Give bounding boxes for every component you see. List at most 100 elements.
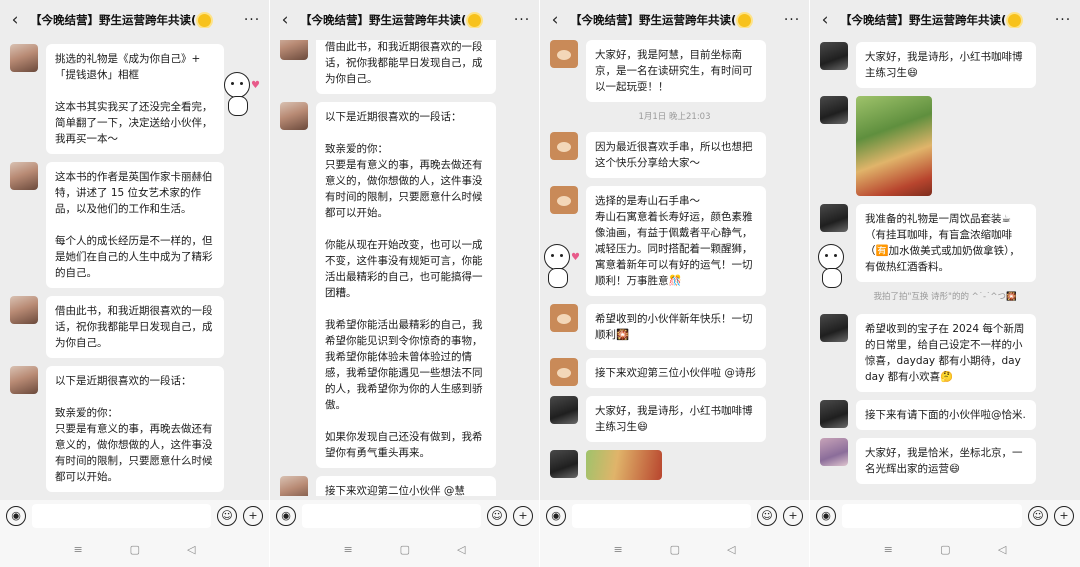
avatar[interactable] <box>820 314 848 342</box>
emoji-icon[interactable]: ☺ <box>757 506 777 526</box>
more-menu-button[interactable]: ··· <box>235 12 269 28</box>
message-bubble[interactable]: 大家好，我是恰米，坐标北京，一名光辉出家的运营😄 <box>856 438 1036 484</box>
plus-icon[interactable]: + <box>513 506 533 526</box>
message-bubble[interactable]: 希望收到的宝子在 2024 每个新周的日常里，给自己设定不一样的小惊喜，dayd… <box>856 314 1036 392</box>
top-bar: ‹ 【今晚结营】野生运营跨年共读( ··· <box>0 0 269 40</box>
chat-title[interactable]: 【今晚结营】野生运营跨年共读( <box>30 12 235 28</box>
avatar[interactable] <box>820 96 848 124</box>
avatar[interactable] <box>550 396 578 424</box>
chat-panel-3: ‹ 【今晚结营】野生运营跨年共读( ··· 大家好，我是阿慧，目前坐标南京，是一… <box>540 0 810 567</box>
emoji-icon[interactable]: ☺ <box>487 506 507 526</box>
voice-icon[interactable]: ◉ <box>546 506 566 526</box>
plus-icon[interactable]: + <box>1054 506 1074 526</box>
home-icon[interactable]: ▢ <box>940 543 950 556</box>
message: 大家好，我是诗彤，小红书咖啡博主练习生😄 <box>540 396 809 442</box>
avatar[interactable] <box>280 476 308 496</box>
message-bubble[interactable]: 大家好，我是阿慧，目前坐标南京，是一名在读研究生，有时间可以一起玩耍！！ <box>586 40 766 102</box>
message: 接下来欢迎第二位小伙伴 @慧 <box>270 476 539 496</box>
photo-message[interactable] <box>856 96 932 196</box>
avatar[interactable] <box>10 162 38 190</box>
chat-title[interactable]: 【今晚结营】野生运营跨年共读( <box>300 12 505 28</box>
back-button[interactable]: ‹ <box>540 10 570 30</box>
avatar[interactable] <box>280 102 308 130</box>
message-bubble[interactable]: 以下是近期很喜欢的一段话： 致亲爱的你： 只要是有意义的事，再晚去做还有意义的，… <box>46 366 224 492</box>
more-menu-button[interactable]: ··· <box>1046 12 1080 28</box>
plus-icon[interactable]: + <box>783 506 803 526</box>
avatar[interactable] <box>550 304 578 332</box>
message-bubble[interactable]: 接下来欢迎第三位小伙伴啦 @诗彤 <box>586 358 766 388</box>
message-bubble[interactable]: 我准备的礼物是一周饮品套装☕ （有挂耳咖啡，有盲盒浓缩咖啡（🈶加水做美式或加奶做… <box>856 204 1036 282</box>
photo-message[interactable] <box>586 450 662 480</box>
message-bubble[interactable]: 希望收到的小伙伴新年快乐！一切顺利🎇 <box>586 304 766 350</box>
back-icon[interactable]: ◁ <box>727 543 735 556</box>
sticker-head-icon <box>224 72 250 98</box>
more-menu-button[interactable]: ··· <box>505 12 539 28</box>
avatar[interactable] <box>820 400 848 428</box>
back-button[interactable]: ‹ <box>270 10 300 30</box>
message: 接下来有请下面的小伙伴啦@恰米. <box>810 400 1080 430</box>
avatar[interactable] <box>820 438 848 466</box>
message: 大家好，我是恰米，坐标北京，一名光辉出家的运营😄 <box>810 438 1080 484</box>
message-bubble[interactable]: 挑选的礼物是《成为你自己》+「提钱退休」相框 这本书其实我买了还没完全看完，简单… <box>46 44 224 154</box>
chat-panel-4: ‹ 【今晚结营】野生运营跨年共读( ··· 大家好，我是诗彤，小红书咖啡博主练习… <box>810 0 1080 567</box>
home-icon[interactable]: ▢ <box>670 543 680 556</box>
timestamp: 1月1日 晚上21:03 <box>638 112 711 122</box>
voice-icon[interactable]: ◉ <box>276 506 296 526</box>
avatar[interactable] <box>820 204 848 232</box>
chat-title[interactable]: 【今晚结营】野生运营跨年共读( <box>570 12 775 28</box>
message-bubble[interactable]: 接下来欢迎第二位小伙伴 @慧 <box>316 476 496 496</box>
input-bar: ◉ ☺ + <box>0 500 269 532</box>
waving-sticker: ♥ <box>220 72 260 118</box>
sun-icon <box>1008 13 1022 27</box>
sticker-body-icon <box>228 96 248 116</box>
menu-icon[interactable]: ≡ <box>884 543 893 556</box>
top-bar: ‹ 【今晚结营】野生运营跨年共读( ··· <box>810 0 1080 40</box>
message-bubble[interactable]: 这本书的作者是英国作家卡丽赫伯特，讲述了 15 位女艺术家的作品，以及他们的工作… <box>46 162 224 288</box>
message-input[interactable] <box>32 504 211 528</box>
more-menu-button[interactable]: ··· <box>775 12 809 28</box>
sticker-head-icon <box>544 244 570 270</box>
back-icon[interactable]: ◁ <box>457 543 465 556</box>
message-bubble[interactable]: 因为最近很喜欢手串，所以也想把这个快乐分享给大家～ <box>586 132 766 178</box>
waving-sticker <box>814 244 854 290</box>
message-bubble[interactable]: 大家好，我是诗彤，小红书咖啡博主练习生😄 <box>586 396 766 442</box>
menu-icon[interactable]: ≡ <box>73 543 82 556</box>
avatar[interactable] <box>10 296 38 324</box>
back-icon[interactable]: ◁ <box>187 543 195 556</box>
avatar[interactable] <box>820 42 848 70</box>
avatar[interactable] <box>550 358 578 386</box>
plus-icon[interactable]: + <box>243 506 263 526</box>
message-input[interactable] <box>302 504 481 528</box>
avatar[interactable] <box>550 40 578 68</box>
chat-title[interactable]: 【今晚结营】野生运营跨年共读( <box>840 12 1046 28</box>
message-bubble[interactable]: 借由此书，和我近期很喜欢的一段话，祝你我都能早日发现自己，成为你自己。 <box>316 32 496 94</box>
message-bubble[interactable]: 借由此书，和我近期很喜欢的一段话，祝你我都能早日发现自己，成为你自己。 <box>46 296 224 358</box>
back-button[interactable]: ‹ <box>0 10 30 30</box>
message-bubble[interactable]: 选择的是寿山石手串～ 寿山石寓意着长寿好运，颜色素雅像油画，有益于佩戴者平心静气… <box>586 186 766 296</box>
avatar[interactable] <box>550 450 578 478</box>
avatar[interactable] <box>550 132 578 160</box>
menu-icon[interactable]: ≡ <box>613 543 622 556</box>
message-bubble[interactable]: 以下是近期很喜欢的一段话： 致亲爱的你： 只要是有意义的事，再晚去做还有意义的，… <box>316 102 496 468</box>
menu-icon[interactable]: ≡ <box>343 543 352 556</box>
message: 希望收到的宝子在 2024 每个新周的日常里，给自己设定不一样的小惊喜，dayd… <box>810 314 1080 392</box>
sun-icon <box>468 13 482 27</box>
voice-icon[interactable]: ◉ <box>816 506 836 526</box>
emoji-icon[interactable]: ☺ <box>217 506 237 526</box>
avatar[interactable] <box>550 186 578 214</box>
back-button[interactable]: ‹ <box>810 10 840 30</box>
message-input[interactable] <box>572 504 751 528</box>
home-icon[interactable]: ▢ <box>400 543 410 556</box>
message-input[interactable] <box>842 504 1022 528</box>
voice-icon[interactable]: ◉ <box>6 506 26 526</box>
message-bubble[interactable]: 接下来有请下面的小伙伴啦@恰米. <box>856 400 1036 430</box>
message-bubble[interactable]: 大家好，我是诗彤，小红书咖啡博主练习生😄 <box>856 42 1036 88</box>
back-icon[interactable]: ◁ <box>998 543 1006 556</box>
emoji-icon[interactable]: ☺ <box>1028 506 1048 526</box>
chat-panel-1: ‹ 【今晚结营】野生运营跨年共读( ··· 挑选的礼物是《成为你自己》+「提钱退… <box>0 0 270 567</box>
home-icon[interactable]: ▢ <box>130 543 140 556</box>
message-list[interactable]: 大家好，我是阿慧，目前坐标南京，是一名在读研究生，有时间可以一起玩耍！！ 1月1… <box>540 40 809 496</box>
avatar[interactable] <box>10 366 38 394</box>
avatar[interactable] <box>10 44 38 72</box>
message-list[interactable]: 借由此书，和我近期很喜欢的一段话，祝你我都能早日发现自己，成为你自己。 以下是近… <box>270 32 539 496</box>
